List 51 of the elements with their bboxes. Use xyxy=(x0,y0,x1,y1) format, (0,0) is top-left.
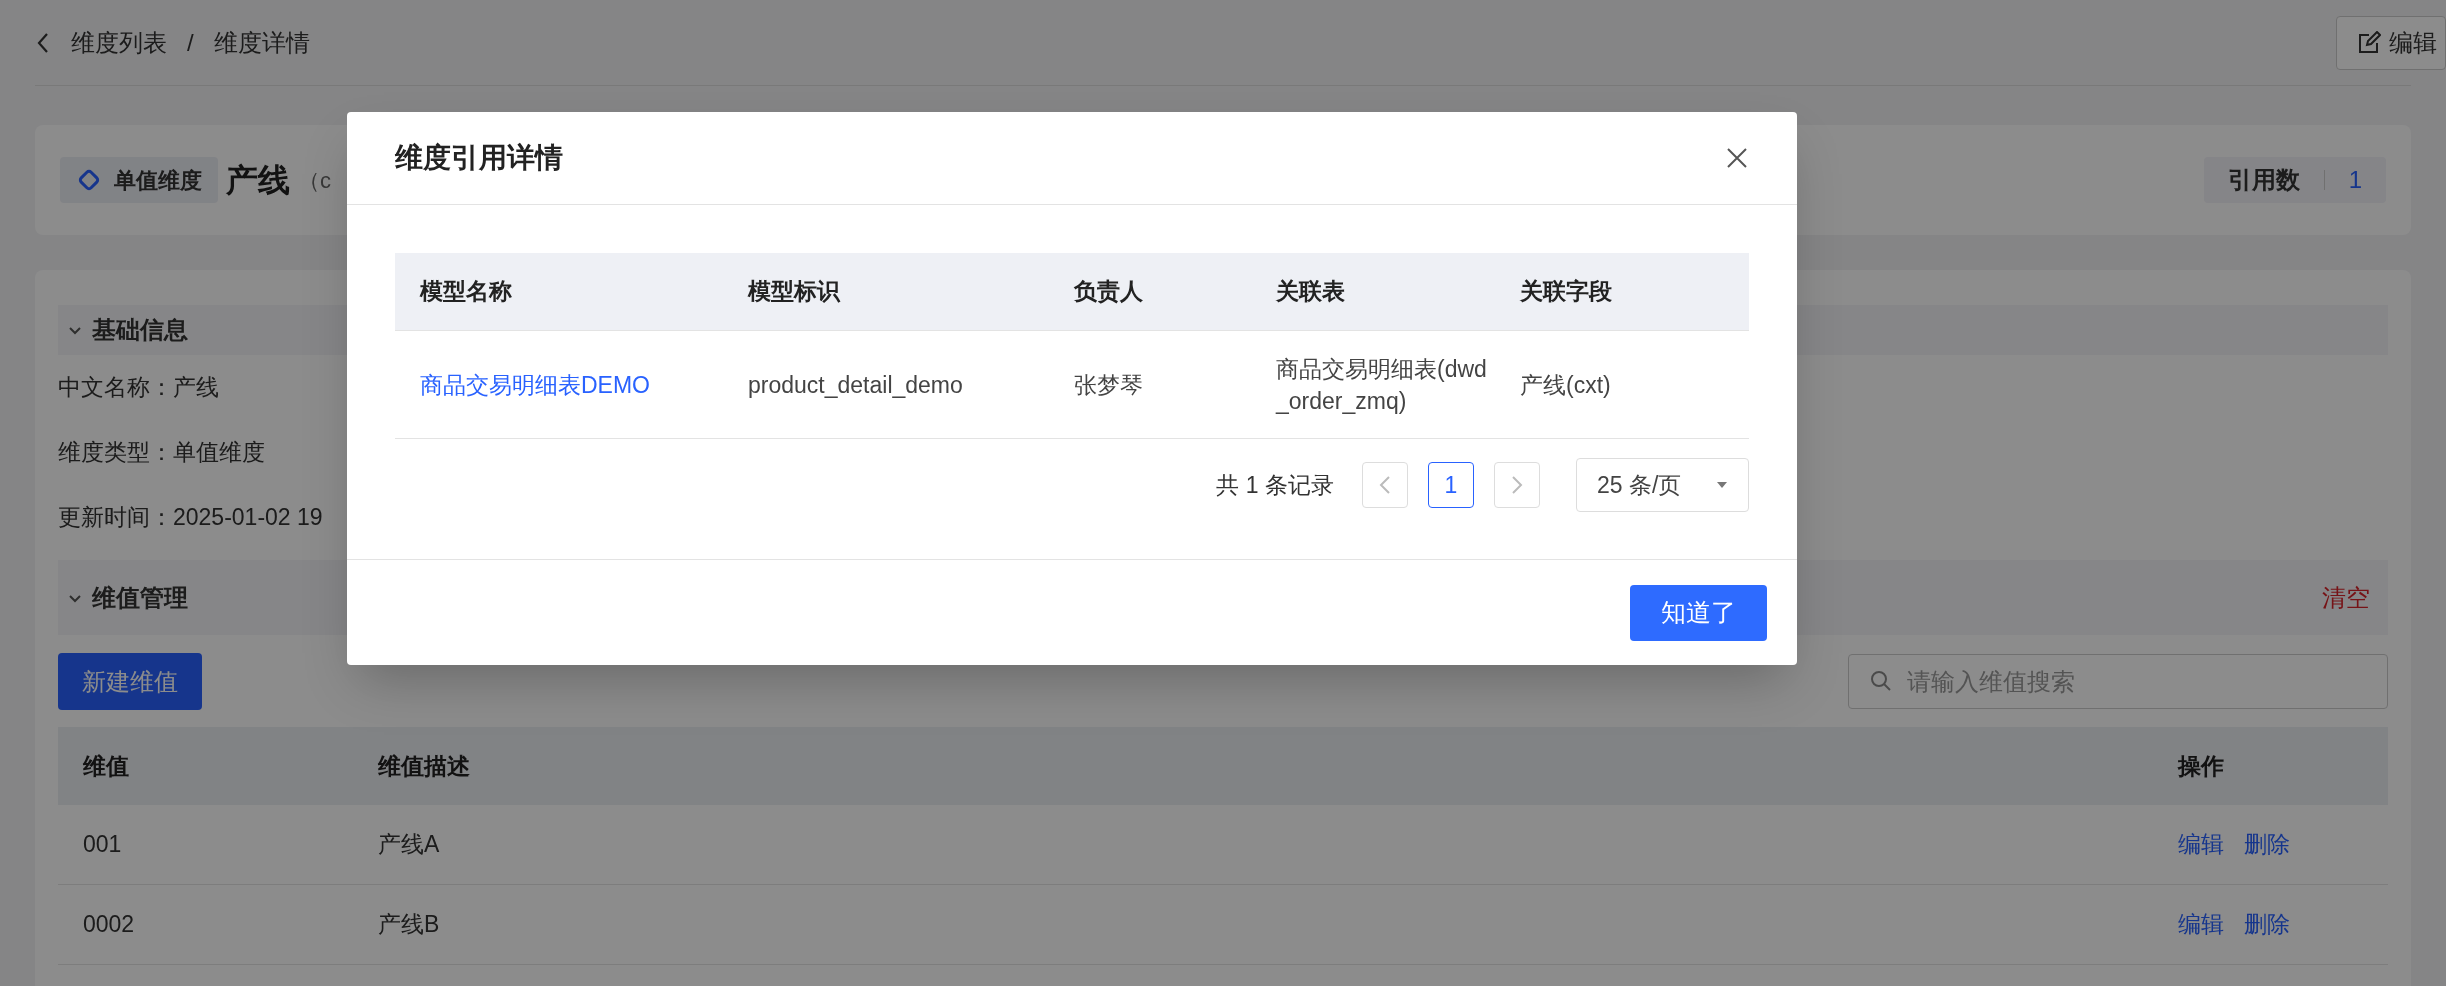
breadcrumb-link[interactable]: 维度列表 xyxy=(71,24,167,61)
table-cell-text: 产线B xyxy=(378,910,441,940)
total-records: 共 1 条记录 xyxy=(1216,470,1334,500)
close-icon[interactable] xyxy=(1725,146,1749,170)
action-link[interactable]: 编辑 xyxy=(2178,907,2224,942)
info-field: 更新时间：2025-01-02 19 xyxy=(58,485,323,550)
new-value-button[interactable]: 新建维值 xyxy=(58,653,202,710)
dimension-code: （c xyxy=(298,166,331,195)
clear-link[interactable]: 清空 xyxy=(2322,579,2370,616)
table-cell-text: 0002 xyxy=(82,910,136,940)
column-header: 模型名称 xyxy=(418,277,513,307)
action-link[interactable]: 删除 xyxy=(2244,827,2290,862)
edit-icon xyxy=(2357,30,2381,55)
table-cell-text: 商品交易明细表(dwd_order_zmq) xyxy=(1274,354,1488,416)
dimension-name: 产线 xyxy=(226,161,290,200)
confirm-button[interactable]: 知道了 xyxy=(1630,584,1767,641)
search-icon xyxy=(1870,670,1892,692)
breadcrumb-current: 维度详情 xyxy=(213,27,310,58)
back-icon[interactable] xyxy=(35,31,51,54)
table-cell-text: product_detail_demo xyxy=(747,370,964,400)
edit-button[interactable]: 编辑 xyxy=(2336,15,2446,70)
column-header: 关联表 xyxy=(1275,277,1346,307)
chevron-right-icon xyxy=(1511,475,1523,495)
page-button[interactable]: 1 xyxy=(1428,462,1474,508)
breadcrumb-separator: / xyxy=(187,27,194,58)
table-cell-text: 产线A xyxy=(378,830,441,860)
section-title: 维值管理 xyxy=(92,582,188,613)
reference-count[interactable]: 1 xyxy=(2348,162,2362,198)
reference-label: 引用数 xyxy=(2227,165,2300,195)
info-field: 中文名称：产线 xyxy=(58,355,219,420)
info-field: 维度类型：单值维度 xyxy=(58,420,265,485)
table-cell-text: 产线(cxt) xyxy=(1519,370,1612,400)
column-header: 维值 xyxy=(82,751,130,781)
model-link[interactable]: 商品交易明细表DEMO xyxy=(395,368,723,401)
table-cell-text: 张梦琴 xyxy=(1073,370,1144,400)
diamond-icon xyxy=(76,167,102,193)
chevron-left-icon xyxy=(1379,475,1391,495)
table-cell-text: 001 xyxy=(82,830,123,860)
section-title: 基础信息 xyxy=(92,315,188,345)
column-header: 关联字段 xyxy=(1519,277,1613,307)
dialog-title: 维度引用详情 xyxy=(395,141,563,175)
action-link[interactable]: 删除 xyxy=(2244,907,2290,942)
column-header: 操作 xyxy=(2178,751,2225,781)
caret-icon xyxy=(1716,481,1728,489)
action-link[interactable]: 编辑 xyxy=(2178,827,2224,862)
search-field[interactable]: 请输入维值搜索 xyxy=(1848,654,2388,709)
column-header: 模型标识 xyxy=(746,277,842,307)
column-header: 维值描述 xyxy=(378,751,471,781)
type-badge: 单值维度 xyxy=(60,157,218,203)
column-header: 负责人 xyxy=(1073,277,1144,307)
page-size-select[interactable]: 25 条/页 xyxy=(1576,458,1749,512)
